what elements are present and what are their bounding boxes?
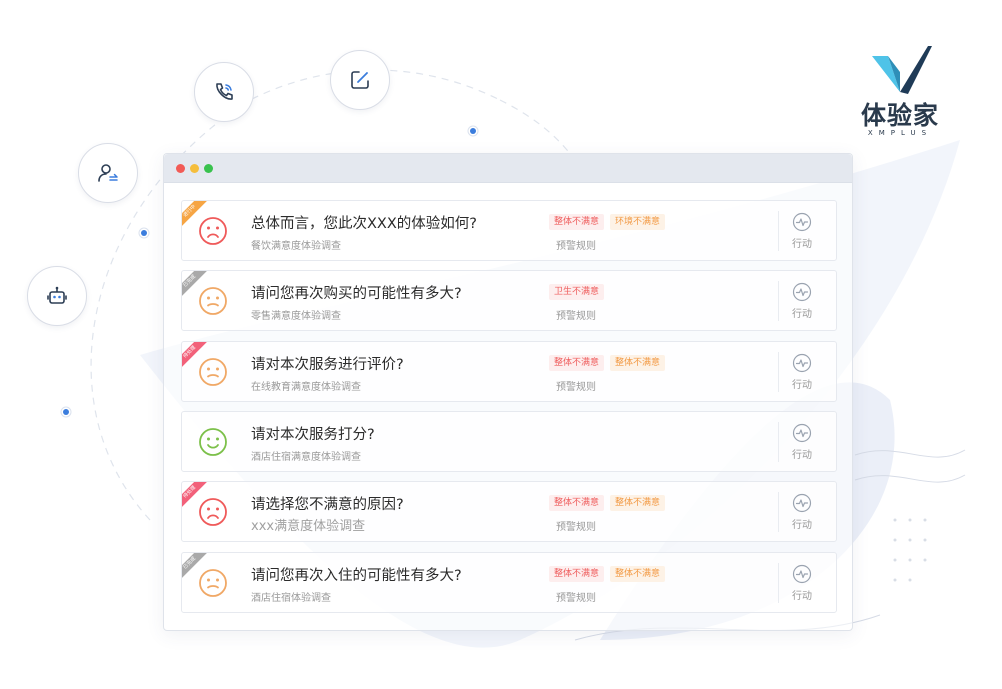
survey-card[interactable]: 请对本次服务打分? 酒店住宿满意度体验调查 行动: [181, 411, 837, 472]
dot-grid: [893, 518, 927, 582]
action-button[interactable]: 行动: [788, 282, 816, 320]
action-button[interactable]: 行动: [788, 493, 816, 531]
activity-icon: [792, 212, 812, 232]
question-title: 请问您再次入住的可能性有多大?: [251, 568, 462, 584]
alert-tags: 整体不满意 整体不满意: [549, 355, 666, 371]
edit-icon: [351, 71, 369, 89]
alert-tag[interactable]: 整体不满意: [549, 566, 605, 582]
survey-window: 进行中 总体而言，您此次XXX的体验如何? 餐饮满意度体验调查 整体不满意 环境不满意预…: [163, 153, 853, 631]
survey-name: 在线教育满意度体验调查: [251, 382, 361, 393]
question-title: 请对本次服务进行评价?: [251, 357, 404, 373]
survey-name: xxx满意度体验调查: [251, 519, 366, 534]
orbit-arc: [499, 99, 576, 161]
card-divider: [778, 352, 779, 392]
question-title: 请对本次服务打分?: [251, 427, 375, 443]
neutral-face-icon: [199, 287, 227, 315]
action-label: 行动: [792, 309, 812, 320]
alert-rule-link[interactable]: 预警规则: [556, 307, 596, 322]
action-label: 行动: [792, 591, 812, 602]
survey-name: 酒店住宿体验调查: [251, 593, 331, 604]
action-label: 行动: [792, 239, 812, 250]
survey-name: 餐饮满意度体验调查: [251, 241, 341, 252]
activity-icon: [792, 353, 812, 373]
action-label: 行动: [792, 380, 812, 391]
logo-mark-icon: [872, 46, 932, 94]
window-close-dot[interactable]: [176, 164, 185, 173]
card-divider: [778, 492, 779, 532]
alert-tag[interactable]: 整体不满意: [610, 566, 666, 582]
action-button[interactable]: 行动: [788, 353, 816, 391]
alert-tags: 卫生不满意: [549, 284, 605, 300]
activity-icon: [792, 423, 812, 443]
action-label: 行动: [792, 520, 812, 531]
alert-tag[interactable]: 整体不满意: [549, 495, 605, 511]
action-button[interactable]: 行动: [788, 423, 816, 461]
edit-button[interactable]: [330, 50, 390, 110]
card-divider: [778, 281, 779, 321]
robot-button[interactable]: [27, 266, 87, 326]
alert-tag[interactable]: 环境不满意: [610, 214, 666, 230]
neutral-face-icon: [199, 358, 227, 386]
robot-icon: [47, 286, 67, 304]
alert-tag[interactable]: 整体不满意: [610, 495, 666, 511]
alert-tags: 整体不满意 整体不满意: [549, 495, 666, 511]
phone-call-icon: [216, 83, 233, 100]
action-button[interactable]: 行动: [788, 564, 816, 602]
alert-rule-link[interactable]: 预警规则: [556, 378, 596, 393]
card-divider: [778, 211, 779, 251]
question-title: 请问您再次购买的可能性有多大?: [251, 286, 462, 302]
alert-tag[interactable]: 卫生不满意: [549, 284, 605, 300]
happy-face-icon: [199, 428, 227, 456]
alert-rule-link[interactable]: 预警规则: [556, 518, 596, 533]
alert-rule-link[interactable]: 预警规则: [556, 589, 596, 604]
alert-tag[interactable]: 整体不满意: [549, 214, 605, 230]
window-minimize-dot[interactable]: [190, 164, 199, 173]
alert-tag[interactable]: 整体不满意: [610, 355, 666, 371]
survey-card[interactable]: 进行中 总体而言，您此次XXX的体验如何? 餐饮满意度体验调查 整体不满意 环境不满意预…: [181, 200, 837, 261]
neutral-face-icon: [199, 569, 227, 597]
brand-subtitle: XMPLUS: [867, 129, 933, 137]
survey-card[interactable]: 已完成 请问您再次购买的可能性有多大? 零售满意度体验调查 卫生不满意 预警规则 行动: [181, 270, 837, 331]
alert-tags: 整体不满意 整体不满意: [549, 566, 666, 582]
survey-name: 酒店住宿满意度体验调查: [251, 452, 361, 463]
survey-name: 零售满意度体验调查: [251, 311, 341, 322]
action-label: 行动: [792, 450, 812, 461]
question-title: 请选择您不满意的原因?: [251, 497, 404, 513]
card-divider: [778, 563, 779, 603]
card-divider: [778, 422, 779, 462]
action-button[interactable]: 行动: [788, 212, 816, 250]
activity-icon: [792, 564, 812, 584]
user-transfer-icon: [98, 164, 118, 182]
survey-card[interactable]: 已完成 请问您再次入住的可能性有多大? 酒店住宿体验调查 整体不满意 整体不满意 预警规则…: [181, 552, 837, 613]
phone-call-button[interactable]: [194, 62, 254, 122]
question-title: 总体而言，您此次XXX的体验如何?: [251, 216, 477, 232]
sad-face-icon: [199, 498, 227, 526]
window-titlebar: [164, 154, 852, 183]
alert-tag[interactable]: 整体不满意: [549, 355, 605, 371]
user-transfer-button[interactable]: [78, 143, 138, 203]
brand-name: 体验家: [860, 101, 939, 130]
sad-face-icon: [199, 217, 227, 245]
alert-tags: 整体不满意 环境不满意: [549, 214, 666, 230]
activity-icon: [792, 493, 812, 513]
window-maximize-dot[interactable]: [204, 164, 213, 173]
survey-card[interactable]: 待处理 请对本次服务进行评价? 在线教育满意度体验调查 整体不满意 整体不满意 预警规则行…: [181, 341, 837, 402]
activity-icon: [792, 282, 812, 302]
alert-rule-link[interactable]: 预警规则: [556, 237, 596, 252]
survey-card[interactable]: 待处理 请选择您不满意的原因? xxx满意度体验调查 整体不满意 整体不满意 预警规则 行动: [181, 481, 837, 542]
brand-logo: 体验家 XMPLUS: [858, 42, 942, 137]
